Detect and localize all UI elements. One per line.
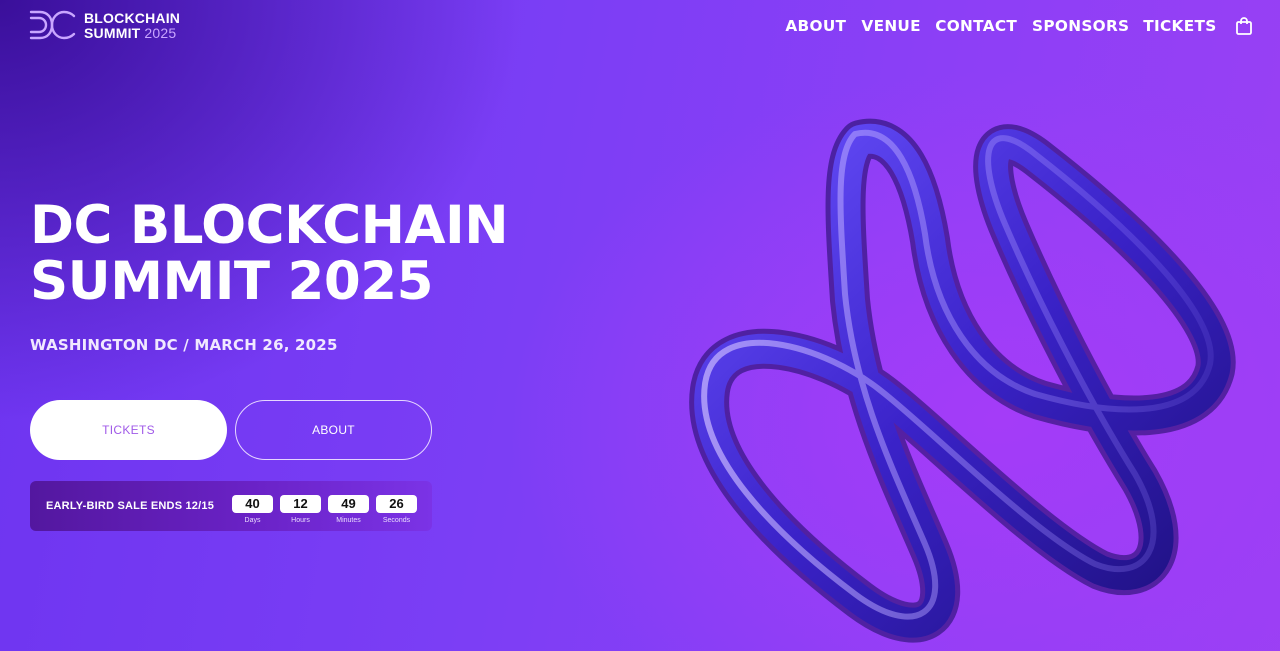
countdown-seconds: 26 Seconds (376, 494, 417, 524)
nav-sponsors[interactable]: SPONSORS (1032, 17, 1129, 35)
countdown-hours-label: Hours (291, 516, 310, 524)
countdown-minutes: 49 Minutes (328, 494, 369, 524)
early-bird-countdown: EARLY-BIRD SALE ENDS 12/15 40 Days 12 Ho… (30, 481, 432, 531)
logo-line2: SUMMIT (84, 25, 141, 41)
countdown-seconds-label: Seconds (382, 516, 411, 524)
about-button[interactable]: ABOUT (235, 400, 432, 460)
countdown-days-label: Days (244, 516, 261, 524)
logo-year: 2025 (144, 25, 177, 41)
countdown-seconds-value: 26 (376, 494, 417, 513)
title-line2: SUMMIT 2025 (30, 251, 434, 312)
countdown-days-value: 40 (232, 494, 273, 513)
nav-venue[interactable]: VENUE (861, 17, 921, 35)
nav-about[interactable]: ABOUT (786, 17, 847, 35)
countdown-minutes-value: 49 (328, 494, 369, 513)
page-title: DC BLOCKCHAIN SUMMIT 2025 (30, 198, 630, 310)
shopping-bag-icon[interactable] (1234, 16, 1254, 36)
dc-logo-icon (29, 10, 76, 40)
countdown-minutes-label: Minutes (336, 516, 361, 524)
countdown-hours: 12 Hours (280, 494, 321, 524)
logo-wordmark: BLOCKCHAIN SUMMIT 2025 (84, 11, 180, 41)
hero-section: BLOCKCHAIN SUMMIT 2025 ABOUT VENUE CONTA… (0, 0, 1280, 651)
nav-contact[interactable]: CONTACT (936, 17, 1018, 35)
nav-tickets[interactable]: TICKETS (1143, 17, 1216, 35)
event-location-date: WASHINGTON DC / MARCH 26, 2025 (30, 336, 338, 354)
logo-line1: BLOCKCHAIN (84, 10, 181, 26)
countdown-units: 40 Days 12 Hours 49 Minutes 26 Seconds (232, 494, 417, 524)
main-nav: ABOUT VENUE CONTACT SPONSORS TICKETS (786, 16, 1254, 36)
title-line1: DC BLOCKCHAIN (30, 195, 509, 256)
site-logo[interactable]: BLOCKCHAIN SUMMIT 2025 (28, 8, 180, 44)
hero-3d-ribbon-art (689, 118, 1236, 643)
countdown-label: EARLY-BIRD SALE ENDS 12/15 (46, 500, 215, 512)
tickets-button[interactable]: TICKETS (30, 400, 227, 460)
logo-line2-wrap: SUMMIT 2025 (84, 26, 180, 41)
countdown-days: 40 Days (232, 494, 273, 524)
countdown-hours-value: 12 (280, 494, 321, 513)
